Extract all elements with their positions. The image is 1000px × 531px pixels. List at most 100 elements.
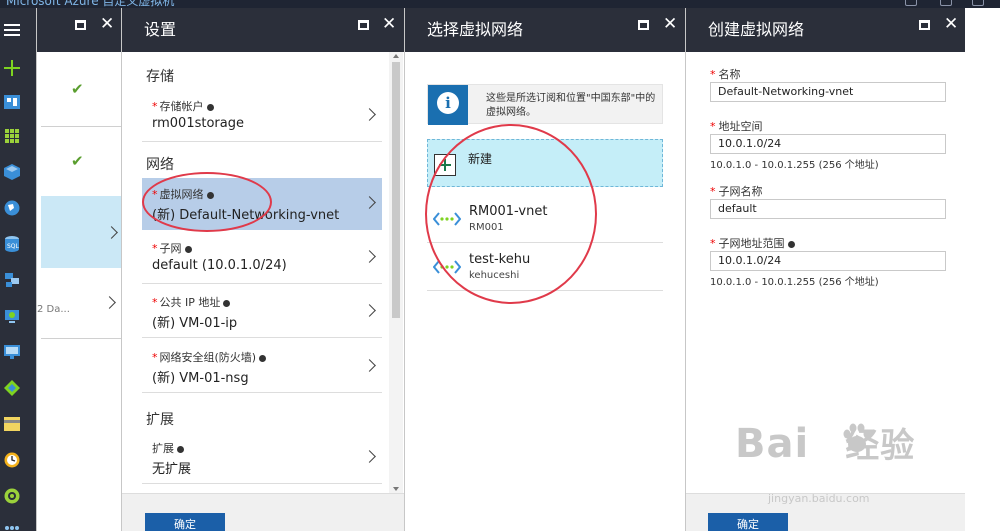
- blade-create-vnet-header: 创建虚拟网络 ✕: [686, 8, 965, 52]
- chevron-right-icon: [363, 359, 376, 372]
- field-nsg[interactable]: * 网络安全组(防火墙) (新) VM-01-nsg: [142, 341, 382, 393]
- blade-settings-header: 设置 ✕: [122, 8, 404, 52]
- chevron-right-icon: [363, 250, 376, 263]
- blade-list-header: ✕: [37, 8, 121, 52]
- info-icon: i: [428, 85, 468, 125]
- subnet-name-input[interactable]: default: [710, 199, 946, 219]
- field-value: default (10.0.1.0/24): [152, 258, 287, 273]
- field-label: * 子网地址范围: [710, 235, 946, 251]
- chevron-right-icon: [363, 108, 376, 121]
- section-network: 网络: [146, 157, 174, 173]
- field-value: 无扩展: [152, 462, 192, 477]
- dashboard-icon[interactable]: [4, 94, 20, 110]
- info-icon: [206, 103, 214, 111]
- hamburger-icon[interactable]: [4, 22, 20, 38]
- field-storage-account[interactable]: * 存储帐户 rm001storage: [142, 90, 382, 142]
- chevron-right-icon: [363, 304, 376, 317]
- field-label: * 公共 IP 地址: [152, 294, 231, 310]
- scroll-down-icon[interactable]: [393, 487, 399, 491]
- field-label: * 子网: [152, 240, 192, 256]
- info-icon: [223, 299, 231, 307]
- app-service-icon[interactable]: [4, 272, 20, 288]
- top-bar-title: Microsoft Azure 自定义虚拟机: [6, 0, 175, 8]
- close-icon[interactable]: ✕: [382, 14, 396, 34]
- blade-title: 设置: [144, 20, 177, 39]
- settings-icon[interactable]: [940, 0, 952, 6]
- vm-icon[interactable]: [4, 308, 20, 324]
- ok-button[interactable]: 确定: [145, 513, 225, 531]
- section-storage: 存储: [146, 69, 174, 85]
- info-icon: [177, 445, 184, 453]
- close-icon[interactable]: ✕: [944, 14, 958, 34]
- azure-portal: Microsoft Azure 自定义虚拟机 SQL ✕ ✔ ✔ 2 Da...…: [0, 0, 1000, 531]
- blade-footer: 确定: [122, 493, 404, 531]
- globe-icon[interactable]: [4, 200, 20, 216]
- paw-icon: [843, 423, 871, 452]
- field-extensions[interactable]: 扩展 无扩展: [142, 432, 382, 484]
- card-icon[interactable]: [4, 416, 20, 432]
- info-box: i 这些是所选订阅和位置"中国东部"中的虚拟网络。: [427, 84, 663, 125]
- info-icon: [184, 245, 192, 253]
- ok-button[interactable]: 确定: [708, 513, 788, 531]
- address-space-hint: 10.0.1.0 - 10.0.1.255 (256 个地址): [710, 160, 879, 171]
- field-value: (新) VM-01-ip: [152, 316, 238, 331]
- watermark-url: jingyan.baidu.com: [768, 492, 870, 505]
- circle-icon[interactable]: [4, 488, 20, 504]
- field-value: rm001storage: [152, 116, 244, 131]
- bell-icon[interactable]: [905, 0, 917, 6]
- annotation-ring: [142, 172, 272, 232]
- field-label: * 名称: [710, 68, 741, 81]
- blade-settings: 设置 ✕ 存储 * 存储帐户 rm001storage 网络 * 虚拟网络 (新) …: [121, 8, 404, 531]
- right-edge: [965, 8, 1000, 531]
- blade-select-vnet-header: 选择虚拟网络 ✕: [405, 8, 685, 52]
- info-text: 这些是所选订阅和位置"中国东部"中的虚拟网络。: [486, 93, 656, 118]
- info-icon: [259, 354, 267, 362]
- field-value: (新) VM-01-nsg: [152, 371, 249, 386]
- left-rail: SQL: [0, 8, 36, 531]
- scroll-thumb[interactable]: [392, 62, 400, 318]
- maximize-icon[interactable]: [358, 20, 369, 30]
- field-label: 扩展: [152, 440, 184, 456]
- smile-icon[interactable]: [972, 0, 984, 6]
- chevron-right-icon: [363, 196, 376, 209]
- scroll-up-icon[interactable]: [393, 54, 399, 58]
- maximize-icon[interactable]: [638, 20, 649, 30]
- maximize-icon[interactable]: [919, 20, 930, 30]
- subnet-range-input[interactable]: 10.0.1.0/24: [710, 251, 946, 271]
- diamond-icon[interactable]: [4, 380, 20, 396]
- grid-icon[interactable]: [4, 128, 20, 144]
- info-icon: [787, 240, 795, 248]
- section-extensions: 扩展: [146, 412, 174, 428]
- field-address-space: * 地址空间 10.0.1.0/24 10.0.1.0 - 10.0.1.255 …: [710, 118, 946, 171]
- monitor-icon[interactable]: [4, 344, 20, 360]
- field-vnet-name: * 名称 Default-Networking-vnet: [710, 66, 946, 102]
- list-item-label: 2 Da...: [37, 304, 70, 315]
- top-bar: Microsoft Azure 自定义虚拟机: [0, 0, 1000, 8]
- close-icon[interactable]: ✕: [663, 14, 677, 34]
- cube-icon[interactable]: [4, 164, 20, 180]
- field-label: * 子网名称: [710, 185, 763, 198]
- check-icon: ✔: [71, 80, 84, 98]
- clock-icon[interactable]: [4, 452, 20, 468]
- svg-text:SQL: SQL: [7, 243, 19, 250]
- chevron-right-icon: [103, 296, 116, 309]
- divider: [41, 126, 121, 127]
- field-public-ip[interactable]: * 公共 IP 地址 (新) VM-01-ip: [142, 286, 382, 338]
- field-label: * 地址空间: [710, 120, 763, 133]
- blade-title: 选择虚拟网络: [427, 20, 524, 39]
- blade-list: ✕ ✔ ✔ 2 Da...: [36, 8, 137, 531]
- more-icon[interactable]: [4, 520, 20, 531]
- address-space-input[interactable]: 10.0.1.0/24: [710, 134, 946, 154]
- plus-icon[interactable]: [4, 60, 20, 76]
- sql-icon[interactable]: SQL: [4, 236, 20, 252]
- divider: [41, 338, 121, 339]
- blade-select-vnet: 选择虚拟网络 ✕ i 这些是所选订阅和位置"中国东部"中的虚拟网络。 新建 RM…: [404, 8, 685, 531]
- maximize-icon[interactable]: [75, 20, 86, 30]
- close-icon[interactable]: ✕: [100, 14, 114, 34]
- chevron-right-icon: [363, 450, 376, 463]
- vnet-name-input[interactable]: Default-Networking-vnet: [710, 82, 946, 102]
- field-subnet[interactable]: * 子网 default (10.0.1.0/24): [142, 232, 382, 284]
- scrollbar[interactable]: [389, 52, 403, 493]
- field-subnet-name: * 子网名称 default: [710, 183, 946, 219]
- check-icon: ✔: [71, 152, 84, 170]
